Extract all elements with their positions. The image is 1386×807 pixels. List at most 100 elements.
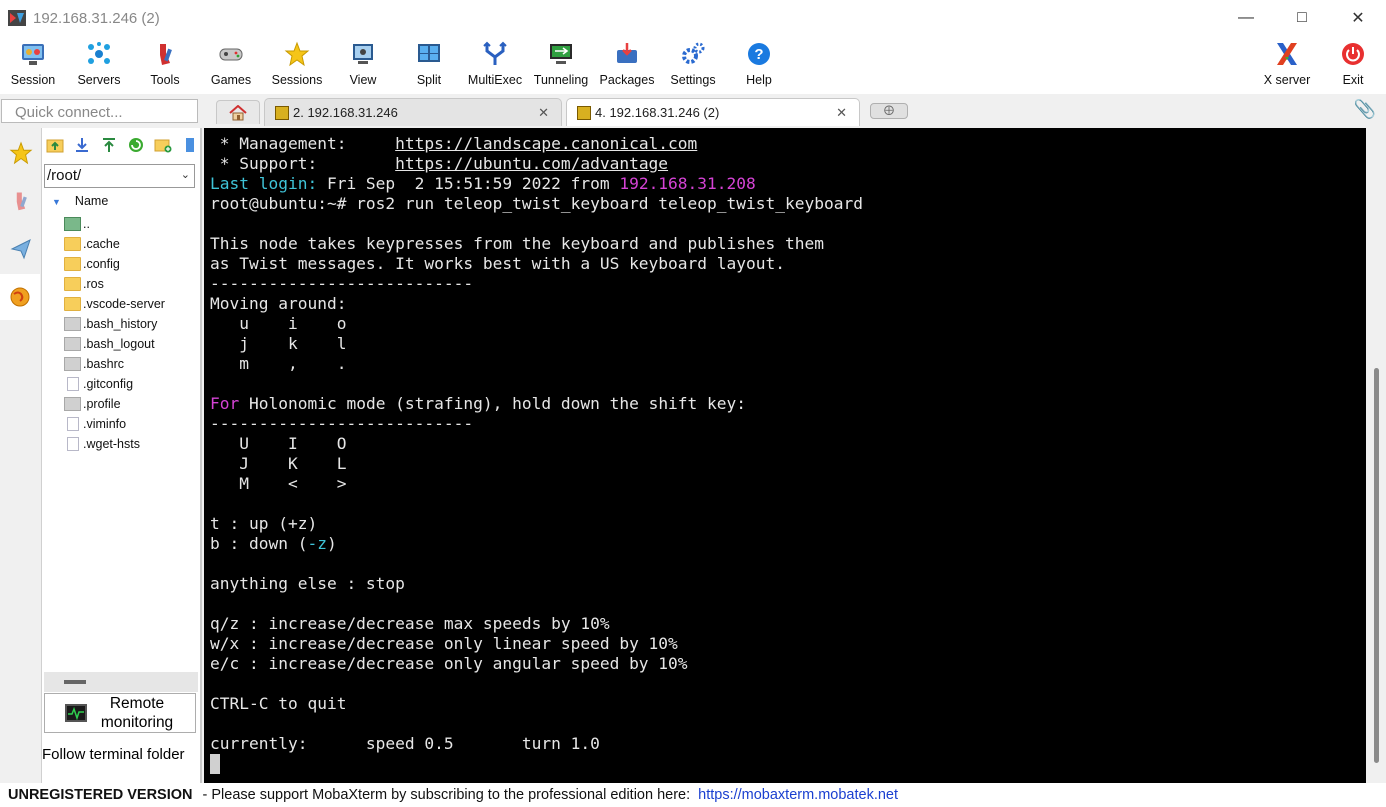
mobatek-link[interactable]: https://mobaxterm.mobatek.net xyxy=(698,787,898,803)
new-tab-button[interactable]: ⨁ xyxy=(870,103,908,119)
close-button[interactable]: ✕ xyxy=(1330,0,1386,36)
servers-icon xyxy=(85,40,113,68)
file-item[interactable]: .viminfo xyxy=(64,414,198,434)
document-icon xyxy=(67,417,79,431)
toolbar-tools-button[interactable]: Tools xyxy=(133,38,197,92)
svg-text:?: ? xyxy=(754,46,763,63)
toolbar-session-button[interactable]: Session xyxy=(1,38,65,92)
sidebar-tabs xyxy=(0,128,42,783)
scrollbar-thumb[interactable] xyxy=(1374,368,1379,763)
parent-folder-icon[interactable] xyxy=(46,136,64,154)
tools-icon xyxy=(151,40,179,68)
new-file-icon[interactable] xyxy=(181,136,199,154)
terminal-line: U I O xyxy=(210,434,347,453)
sidebar-tab-sftp[interactable] xyxy=(0,274,40,320)
split-icon xyxy=(415,40,443,68)
file-item[interactable]: .bash_logout xyxy=(64,334,198,354)
quick-connect-input[interactable] xyxy=(1,99,198,123)
download-icon[interactable] xyxy=(73,136,91,154)
sidebar-tab-macros[interactable] xyxy=(2,226,40,272)
ssh-key-icon xyxy=(275,105,289,120)
terminal-line: CTRL-C to quit xyxy=(210,694,347,713)
file-item[interactable]: .bash_history xyxy=(64,314,198,334)
sidebar-tab-tools[interactable] xyxy=(2,178,40,224)
toolbar-exit-button[interactable]: Exit xyxy=(1321,38,1385,92)
terminal-line: * Support: https://ubuntu.com/advantage xyxy=(210,154,669,173)
name-column-header[interactable]: ▼ Name xyxy=(52,194,108,208)
star-icon xyxy=(283,40,311,68)
toolbar-sessions-button[interactable]: Sessions xyxy=(265,38,329,92)
file-item[interactable]: .gitconfig xyxy=(64,374,198,394)
toolbar-split-button[interactable]: Split xyxy=(397,38,461,92)
monitor-icon xyxy=(65,704,87,722)
support-link[interactable]: https://ubuntu.com/advantage xyxy=(395,154,668,173)
terminal[interactable]: * Management: https://landscape.canonica… xyxy=(204,128,1366,783)
terminal-line: root@ubuntu:~# ros2 run teleop_twist_key… xyxy=(210,194,863,213)
terminal-line: J K L xyxy=(210,454,347,473)
panel-splitter[interactable] xyxy=(44,672,198,692)
new-folder-icon[interactable] xyxy=(154,136,172,154)
view-icon xyxy=(349,40,377,68)
file-toolbar xyxy=(46,136,199,158)
toolbar-multiexec-button[interactable]: MultiExec xyxy=(463,38,527,92)
paperclip-icon[interactable]: 📎 xyxy=(1354,99,1376,120)
maximize-button[interactable]: □ xyxy=(1274,0,1330,36)
terminal-line: as Twist messages. It works best with a … xyxy=(210,254,785,273)
file-item[interactable]: .ros xyxy=(64,274,198,294)
toolbar-tunneling-button[interactable]: Tunneling xyxy=(529,38,593,92)
file-icon xyxy=(64,317,81,331)
remote-monitoring-button[interactable]: Remote monitoring xyxy=(44,693,196,733)
toolbar-servers-button[interactable]: Servers xyxy=(67,38,131,92)
file-item[interactable]: .profile xyxy=(64,394,198,414)
terminal-line: Moving around: xyxy=(210,294,347,313)
tunneling-icon xyxy=(547,40,575,68)
tab-label: 2. 192.168.31.246 xyxy=(293,105,398,120)
tab-session-4[interactable]: 4. 192.168.31.246 (2) ✕ xyxy=(566,98,860,126)
games-icon xyxy=(217,40,245,68)
sftp-file-panel: /root/ ⌄ ▼ Name .. .cache .config .ros .v… xyxy=(42,128,200,783)
terminal-line: * Management: https://landscape.canonica… xyxy=(210,134,698,153)
toolbar-games-button[interactable]: Games xyxy=(199,38,263,92)
terminal-scrollbar[interactable] xyxy=(1366,128,1386,783)
terminal-line: u i o xyxy=(210,314,347,333)
management-link[interactable]: https://landscape.canonical.com xyxy=(395,134,697,153)
toolbar-view-button[interactable]: View xyxy=(331,38,395,92)
parent-folder-icon xyxy=(64,217,81,231)
terminal-line: q/z : increase/decrease max speeds by 10… xyxy=(210,614,610,633)
sidebar-tab-sessions[interactable] xyxy=(2,130,40,176)
terminal-line: anything else : stop xyxy=(210,574,405,593)
file-icon xyxy=(64,357,81,371)
path-selector[interactable]: /root/ ⌄ xyxy=(44,164,195,188)
terminal-line: For Holonomic mode (strafing), hold down… xyxy=(210,394,747,413)
minimize-button[interactable]: — xyxy=(1218,0,1274,36)
terminal-line: --------------------------- xyxy=(210,414,474,433)
tab-session-2[interactable]: 2. 192.168.31.246 ✕ xyxy=(264,98,562,126)
terminal-line: M < > xyxy=(210,474,347,493)
refresh-icon[interactable] xyxy=(127,136,145,154)
main-toolbar: Session Servers Tools Games Sessions Vie… xyxy=(0,36,1386,94)
home-tab[interactable] xyxy=(216,100,260,124)
file-item[interactable]: .config xyxy=(64,254,198,274)
follow-terminal-folder-checkbox[interactable]: Follow terminal folder xyxy=(42,746,200,763)
status-bar: UNREGISTERED VERSION - Please support Mo… xyxy=(0,783,1386,807)
file-item[interactable]: .cache xyxy=(64,234,198,254)
session-icon xyxy=(19,40,47,68)
toolbar-xserver-button[interactable]: X server xyxy=(1255,38,1319,92)
globe-icon xyxy=(10,287,30,307)
window-controls: — □ ✕ xyxy=(1218,0,1386,36)
tab-close-icon[interactable]: ✕ xyxy=(836,105,847,121)
packages-icon xyxy=(613,40,641,68)
toolbar-help-button[interactable]: ? Help xyxy=(727,38,791,92)
toolbar-packages-button[interactable]: Packages xyxy=(595,38,659,92)
terminal-line: j k l xyxy=(210,334,347,353)
upload-icon[interactable] xyxy=(100,136,118,154)
file-item[interactable]: .wget-hsts xyxy=(64,434,198,454)
toolbar-settings-button[interactable]: Settings xyxy=(661,38,725,92)
window-title: 192.168.31.246 (2) xyxy=(33,9,160,27)
terminal-line: --------------------------- xyxy=(210,274,474,293)
file-item[interactable]: .vscode-server xyxy=(64,294,198,314)
panel-divider[interactable] xyxy=(200,128,202,783)
file-item[interactable]: .bashrc xyxy=(64,354,198,374)
tab-close-icon[interactable]: ✕ xyxy=(538,105,549,121)
file-item[interactable]: .. xyxy=(64,214,198,234)
